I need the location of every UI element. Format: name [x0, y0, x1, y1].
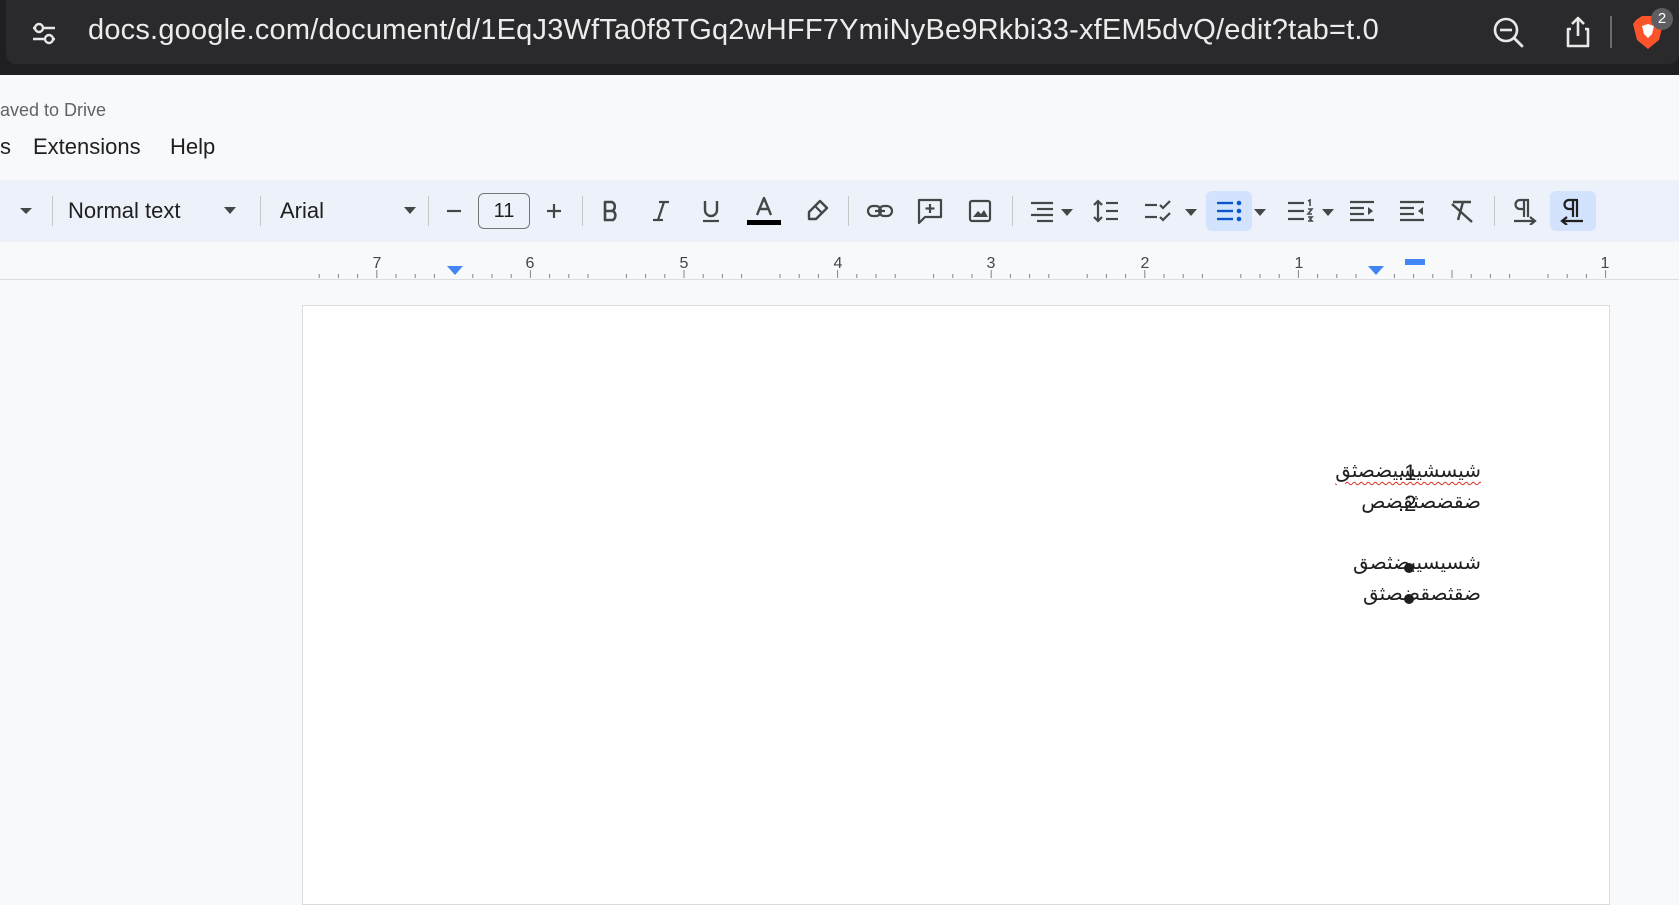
bulleted-list-dropdown-caret-icon[interactable] — [1254, 209, 1266, 216]
bold-icon[interactable] — [594, 191, 628, 231]
document-page[interactable]: شيسشيسيضصثق 1. ضقضصثقضص 2. شسيسيبضثصق ضق… — [302, 305, 1610, 905]
ruler: 7 6 5 4 3 2 1 1 — [0, 242, 1679, 280]
first-line-indent-marker-icon — [1405, 259, 1425, 265]
insert-image-icon[interactable] — [962, 191, 998, 231]
list-item-text: ضقضصثقضص — [1361, 489, 1481, 513]
paragraph-style-select[interactable]: Normal text — [68, 191, 240, 231]
checklist-icon[interactable] — [1140, 191, 1176, 231]
insert-link-icon[interactable] — [862, 191, 898, 231]
font-family-value: Arial — [280, 198, 325, 223]
toolbar-separator — [848, 196, 849, 226]
menu-item-help[interactable]: Help — [170, 134, 215, 160]
left-indent-marker-icon — [447, 266, 463, 275]
menu-item-extensions[interactable]: Extensions — [33, 134, 141, 160]
site-info-icon[interactable] — [30, 19, 58, 47]
paragraph-style-value: Normal text — [68, 198, 181, 223]
address-bar[interactable]: docs.google.com/document/d/1EqJ3WfTa0f8T… — [6, 0, 1679, 64]
checklist-dropdown-caret-icon[interactable] — [1185, 209, 1197, 216]
increase-font-size-icon[interactable] — [538, 191, 570, 231]
right-indent-marker-icon — [1368, 266, 1384, 275]
saved-status: aved to Drive — [0, 100, 107, 120]
ruler-label: 2 — [1141, 255, 1150, 272]
decrease-font-size-icon[interactable] — [438, 191, 470, 231]
toolbar-separator — [52, 196, 53, 226]
bullet-icon — [1404, 563, 1414, 573]
line-spacing-icon[interactable] — [1088, 191, 1124, 231]
list-number: 1. — [1398, 460, 1417, 485]
more-dropdown-icon[interactable] — [14, 191, 38, 231]
toolbar-divider — [1610, 16, 1612, 48]
numbered-list-dropdown-caret-icon[interactable] — [1322, 209, 1334, 216]
align-icon[interactable] — [1024, 191, 1060, 231]
toolbar-separator — [582, 196, 583, 226]
toolbar-separator — [428, 196, 429, 226]
ltr-icon[interactable] — [1506, 191, 1542, 231]
highlight-icon[interactable] — [800, 191, 834, 231]
numbered-list-icon[interactable] — [1282, 191, 1318, 231]
align-dropdown-caret-icon[interactable] — [1061, 209, 1073, 216]
ruler-label: 4 — [834, 255, 843, 272]
text-color-icon[interactable] — [744, 191, 784, 231]
numbered-list-item[interactable]: ضقضصثقضص — [1103, 489, 1481, 519]
url-text[interactable]: docs.google.com/document/d/1EqJ3WfTa0f8T… — [88, 14, 1379, 47]
toolbar-separator — [1494, 196, 1495, 226]
font-family-select[interactable]: Arial — [280, 191, 420, 231]
browser-toolbar: docs.google.com/document/d/1EqJ3WfTa0f8T… — [0, 0, 1679, 75]
ruler-label: 5 — [680, 255, 689, 272]
ruler-label: 6 — [526, 255, 535, 272]
ruler-label: 1 — [1295, 255, 1304, 272]
decrease-indent-icon[interactable] — [1344, 191, 1380, 231]
zoom-out-icon[interactable] — [1490, 14, 1526, 50]
list-item-text: شسيسيبضثصق — [1353, 550, 1481, 574]
brave-badge: 2 — [1651, 8, 1673, 30]
formatting-toolbar: Normal text Arial 11 — [0, 180, 1679, 242]
font-size-input[interactable]: 11 — [478, 193, 530, 229]
add-comment-icon[interactable] — [912, 191, 948, 231]
share-icon[interactable] — [1560, 14, 1596, 50]
ruler-svg: 7 6 5 4 3 2 1 1 — [318, 255, 1610, 278]
list-number: 2. — [1398, 491, 1417, 516]
ruler-label: 1 — [1601, 255, 1610, 272]
bullet-icon — [1404, 594, 1414, 604]
italic-icon[interactable] — [644, 191, 678, 231]
numbered-list-item[interactable]: شيسشيسيضصثق — [1103, 458, 1481, 488]
menu-item-tools[interactable]: s — [0, 134, 11, 160]
bulleted-list-item[interactable]: شسيسيبضثصق — [1103, 550, 1481, 580]
ruler-label: 7 — [373, 255, 382, 272]
rtl-icon[interactable] — [1550, 191, 1596, 231]
toolbar-separator — [260, 196, 261, 226]
ruler-label: 3 — [987, 255, 996, 272]
clear-formatting-icon[interactable] — [1444, 191, 1480, 231]
underline-icon[interactable] — [694, 191, 728, 231]
toolbar-separator — [1012, 196, 1013, 226]
bulleted-list-item[interactable]: ضقثصقضصثق — [1103, 581, 1481, 611]
chevron-down-icon — [404, 207, 416, 214]
list-item-text: ضقثصقضصثق — [1363, 581, 1481, 605]
bulleted-list-icon[interactable] — [1206, 191, 1252, 231]
increase-indent-icon[interactable] — [1394, 191, 1430, 231]
chevron-down-icon — [224, 207, 236, 214]
